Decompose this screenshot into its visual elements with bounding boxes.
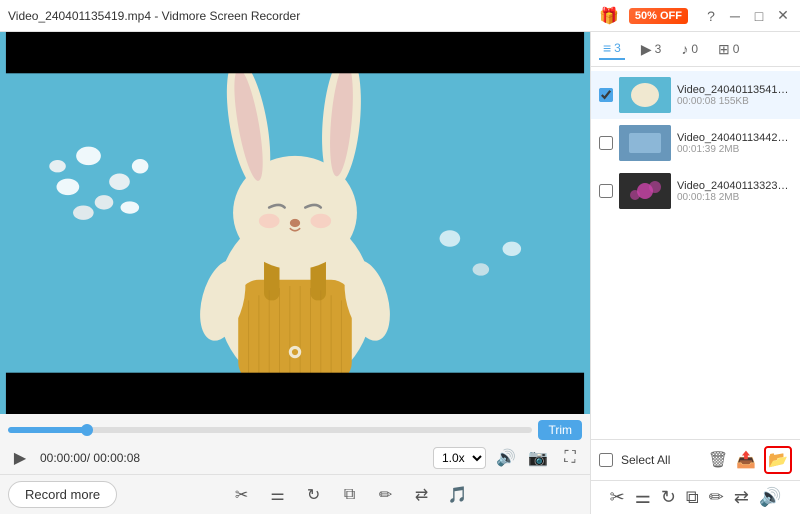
left-panel: Trim ▶ 00:00:00/ 00:00:08 1.0x 0.5x 1.5x… bbox=[0, 32, 590, 514]
record-more-button[interactable]: Record more bbox=[8, 481, 117, 508]
select-all-checkbox[interactable] bbox=[599, 453, 613, 467]
tab-image[interactable]: ⊞ 0 bbox=[714, 39, 743, 60]
progress-bar[interactable] bbox=[8, 427, 532, 433]
edit-icon[interactable]: ✏ bbox=[373, 482, 399, 508]
title-bar-text: Video_240401135419.mp4 - Vidmore Screen … bbox=[8, 9, 599, 23]
media-item-checkbox-3[interactable] bbox=[599, 184, 613, 198]
audio-tab-icon: ♪ bbox=[681, 41, 688, 57]
close-icon[interactable]: ✕ bbox=[774, 7, 792, 24]
media-meta-2: 00:01:39 2MB bbox=[677, 144, 792, 155]
clip-icon[interactable]: ✂ bbox=[610, 487, 625, 508]
export-icon[interactable]: 📤 bbox=[736, 450, 756, 470]
media-info-3: Video_240401133237.mp4 00:00:18 2MB bbox=[677, 180, 792, 203]
cut-icon[interactable]: ✂ bbox=[229, 482, 255, 508]
media-duration-2: 00:01:39 bbox=[677, 144, 716, 155]
media-name-2: Video_240401134422.mp4 bbox=[677, 132, 792, 144]
maximize-icon[interactable]: □ bbox=[750, 8, 768, 24]
bottom-bar: Record more ✂ ⚌ ↻ ⧉ ✏ ⇄ 🎵 bbox=[0, 474, 590, 514]
media-size-2: 2MB bbox=[719, 144, 740, 155]
media-duration-3: 00:00:18 bbox=[677, 192, 716, 203]
media-duration-1: 00:00:08 bbox=[677, 96, 716, 107]
video-tab-icon: ▶ bbox=[641, 41, 652, 58]
equalizer-icon[interactable]: ⚌ bbox=[265, 482, 291, 508]
audio-icon[interactable]: 🎵 bbox=[445, 482, 471, 508]
video-tab-count: 3 bbox=[655, 42, 662, 56]
media-meta-3: 00:00:18 2MB bbox=[677, 192, 792, 203]
camera-icon[interactable]: 📷 bbox=[526, 446, 550, 470]
select-all-bar: Select All 🗑 📤 📂 bbox=[591, 440, 800, 481]
tab-list[interactable]: ≡ 3 bbox=[599, 38, 625, 60]
list-tab-icon: ≡ bbox=[603, 40, 611, 56]
controls-area: Trim ▶ 00:00:00/ 00:00:08 1.0x 0.5x 1.5x… bbox=[0, 414, 590, 474]
select-all-label: Select All bbox=[621, 453, 700, 467]
progress-handle[interactable] bbox=[81, 424, 93, 436]
total-time: 00:00:08 bbox=[93, 451, 140, 465]
rotate-icon[interactable]: ↻ bbox=[301, 482, 327, 508]
list-tab-count: 3 bbox=[614, 41, 621, 55]
media-info-2: Video_240401134422.mp4 00:01:39 2MB bbox=[677, 132, 792, 155]
media-thumb-1 bbox=[619, 77, 671, 113]
promo-badge[interactable]: 50% OFF bbox=[629, 8, 688, 24]
main-content: Trim ▶ 00:00:00/ 00:00:08 1.0x 0.5x 1.5x… bbox=[0, 32, 800, 514]
title-bar-controls: 🎁 50% OFF ? ─ □ ✕ bbox=[599, 6, 792, 26]
media-item[interactable]: Video_240401135419.mp4 00:00:08 155KB bbox=[591, 71, 800, 119]
folder-open-icon[interactable]: 📂 bbox=[764, 446, 792, 474]
gift-icon: 🎁 bbox=[599, 6, 619, 26]
playback-controls: ▶ 00:00:00/ 00:00:08 1.0x 0.5x 1.5x 2.0x… bbox=[8, 446, 582, 470]
tab-video[interactable]: ▶ 3 bbox=[637, 39, 665, 60]
progress-fill bbox=[8, 427, 87, 433]
bottom-tools: ✂ ⚌ ↻ ⧉ ✏ ⇄ 🎵 bbox=[117, 482, 582, 508]
annotate-icon[interactable]: ✏ bbox=[709, 487, 724, 508]
current-time: 00:00:00 bbox=[40, 451, 87, 465]
delete-icon[interactable]: 🗑 bbox=[708, 450, 728, 470]
media-name-1: Video_240401135419.mp4 bbox=[677, 84, 792, 96]
play-button[interactable]: ▶ bbox=[8, 446, 32, 470]
time-display: 00:00:00/ 00:00:08 bbox=[40, 451, 140, 465]
media-item[interactable]: Video_240401134422.mp4 00:01:39 2MB bbox=[591, 119, 800, 167]
loop-icon[interactable]: ↻ bbox=[661, 487, 676, 508]
media-item[interactable]: Video_240401133237.mp4 00:00:18 2MB bbox=[591, 167, 800, 215]
audio-tab-count: 0 bbox=[691, 42, 698, 56]
merge-icon[interactable]: ⚌ bbox=[635, 487, 651, 508]
bottom-actions: ✂ ⚌ ↻ ⧉ ✏ ⇄ 🔊 bbox=[591, 481, 800, 514]
volume-icon[interactable]: 🔊 bbox=[494, 446, 518, 470]
duplicate-icon[interactable]: ⧉ bbox=[686, 487, 699, 508]
media-size-3: 2MB bbox=[719, 192, 740, 203]
action-icons: 🗑 📤 📂 bbox=[708, 446, 792, 474]
transform-icon[interactable]: ⇄ bbox=[409, 482, 435, 508]
copy-icon[interactable]: ⧉ bbox=[337, 482, 363, 508]
media-meta-1: 00:00:08 155KB bbox=[677, 96, 792, 107]
promo-text: 50% OFF bbox=[635, 10, 682, 22]
title-bar: Video_240401135419.mp4 - Vidmore Screen … bbox=[0, 0, 800, 32]
media-name-3: Video_240401133237.mp4 bbox=[677, 180, 792, 192]
trim-button[interactable]: Trim bbox=[538, 420, 582, 440]
media-size-1: 155KB bbox=[719, 96, 749, 107]
video-area bbox=[0, 32, 590, 414]
image-tab-icon: ⊞ bbox=[718, 41, 730, 58]
minimize-icon[interactable]: ─ bbox=[726, 8, 744, 24]
fullscreen-icon[interactable]: ⛶ bbox=[558, 446, 582, 470]
flip-icon[interactable]: ⇄ bbox=[734, 487, 749, 508]
help-icon[interactable]: ? bbox=[702, 8, 720, 24]
video-thumbnail bbox=[0, 32, 590, 414]
speed-select[interactable]: 1.0x 0.5x 1.5x 2.0x bbox=[433, 447, 486, 469]
progress-bar-container: Trim bbox=[8, 420, 582, 440]
media-item-checkbox-2[interactable] bbox=[599, 136, 613, 150]
media-info-1: Video_240401135419.mp4 00:00:08 155KB bbox=[677, 84, 792, 107]
media-tabs: ≡ 3 ▶ 3 ♪ 0 ⊞ 0 bbox=[591, 32, 800, 67]
tab-audio[interactable]: ♪ 0 bbox=[677, 39, 702, 59]
sound-icon[interactable]: 🔊 bbox=[759, 487, 781, 508]
right-bottom: Select All 🗑 📤 📂 ✂ ⚌ ↻ ⧉ ✏ ⇄ 🔊 bbox=[591, 439, 800, 514]
image-tab-count: 0 bbox=[733, 42, 740, 56]
media-item-checkbox-1[interactable] bbox=[599, 88, 613, 102]
media-thumb-3 bbox=[619, 173, 671, 209]
media-thumb-2 bbox=[619, 125, 671, 161]
right-panel: ≡ 3 ▶ 3 ♪ 0 ⊞ 0 bbox=[590, 32, 800, 514]
media-list: Video_240401135419.mp4 00:00:08 155KB bbox=[591, 67, 800, 439]
